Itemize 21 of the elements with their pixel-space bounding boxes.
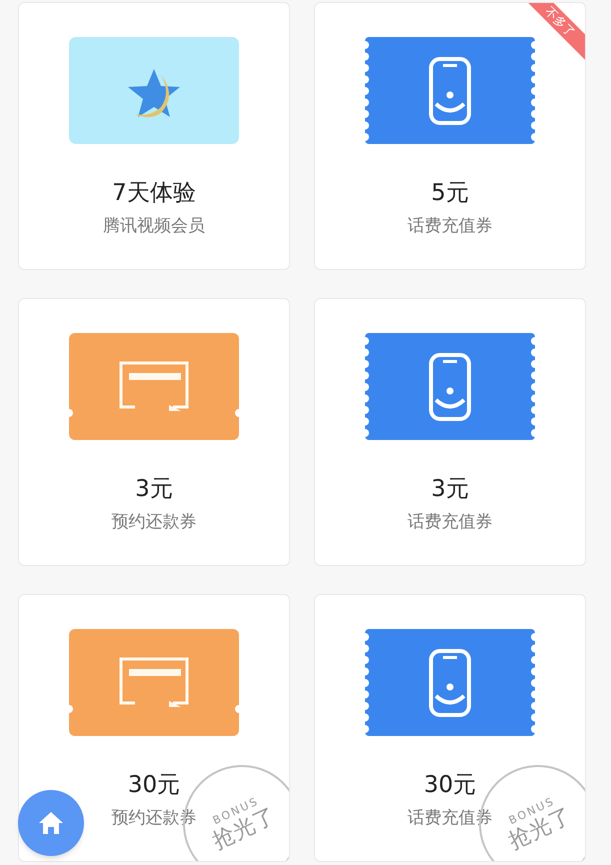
coupon-type: 腾讯视频会员 — [103, 215, 205, 238]
card-ticket-icon — [69, 629, 239, 736]
coupon-card[interactable]: 3元 话费充值券 — [314, 298, 586, 566]
coupon-type: 预约还款券 — [112, 511, 196, 534]
phone-ticket-icon — [365, 37, 535, 144]
coupon-value: 5元 — [431, 179, 469, 208]
home-icon — [38, 811, 64, 835]
phone-ticket-icon — [365, 629, 535, 736]
coupon-value: 7天体验 — [112, 179, 196, 208]
star-moon-ticket-icon — [69, 37, 239, 144]
coupon-card[interactable]: 7天体验 腾讯视频会员 — [18, 2, 290, 270]
coupon-value: 3元 — [431, 475, 469, 504]
coupon-value: 30元 — [424, 771, 476, 800]
coupon-card[interactable]: 5元 话费充值券 不多了 — [314, 2, 586, 270]
coupon-type: 话费充值券 — [408, 511, 492, 534]
coupon-type: 话费充值券 — [408, 215, 492, 238]
coupon-card[interactable]: 3元 预约还款券 — [18, 298, 290, 566]
coupon-value: 30元 — [128, 771, 180, 800]
coupon-value: 3元 — [135, 475, 173, 504]
phone-ticket-icon — [365, 333, 535, 440]
card-ticket-icon — [69, 333, 239, 440]
